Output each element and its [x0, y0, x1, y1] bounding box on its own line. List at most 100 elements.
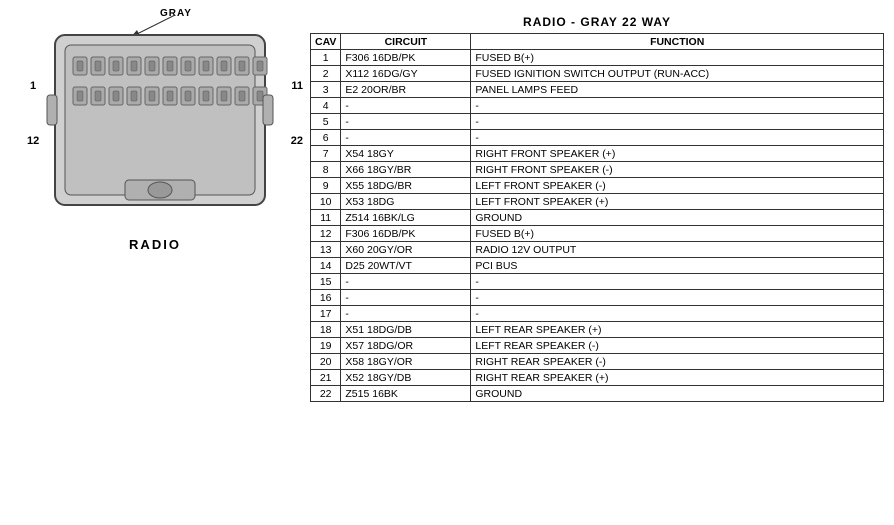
cell-function: -: [471, 274, 884, 290]
table-row: 10X53 18DGLEFT FRONT SPEAKER (+): [311, 194, 884, 210]
cell-cav: 3: [311, 82, 341, 98]
cell-function: LEFT FRONT SPEAKER (-): [471, 178, 884, 194]
cell-function: LEFT REAR SPEAKER (+): [471, 322, 884, 338]
cell-circuit: D25 20WT/VT: [341, 258, 471, 274]
pin-label-11: 11: [291, 80, 303, 92]
cell-function: FUSED B(+): [471, 50, 884, 66]
cell-cav: 1: [311, 50, 341, 66]
cell-function: RIGHT FRONT SPEAKER (+): [471, 146, 884, 162]
header-circuit: CIRCUIT: [341, 34, 471, 50]
cell-function: RIGHT REAR SPEAKER (+): [471, 370, 884, 386]
cell-circuit: X66 18GY/BR: [341, 162, 471, 178]
table-title: RADIO - GRAY 22 WAY: [310, 15, 884, 29]
cell-function: PCI BUS: [471, 258, 884, 274]
cell-function: LEFT REAR SPEAKER (-): [471, 338, 884, 354]
cell-function: GROUND: [471, 210, 884, 226]
cell-function: FUSED IGNITION SWITCH OUTPUT (RUN-ACC): [471, 66, 884, 82]
cell-circuit: X51 18DG/DB: [341, 322, 471, 338]
table-row: 13X60 20GY/ORRADIO 12V OUTPUT: [311, 242, 884, 258]
cell-circuit: Z515 16BK: [341, 386, 471, 402]
cell-cav: 20: [311, 354, 341, 370]
right-panel: RADIO - GRAY 22 WAY CAV CIRCUIT FUNCTION…: [300, 10, 884, 402]
cell-function: GROUND: [471, 386, 884, 402]
table-row: 3E2 20OR/BRPANEL LAMPS FEED: [311, 82, 884, 98]
cell-cav: 8: [311, 162, 341, 178]
cell-cav: 12: [311, 226, 341, 242]
cell-circuit: X53 18DG: [341, 194, 471, 210]
table-row: 4--: [311, 98, 884, 114]
cell-cav: 21: [311, 370, 341, 386]
cell-function: RIGHT REAR SPEAKER (-): [471, 354, 884, 370]
cell-cav: 7: [311, 146, 341, 162]
cell-circuit: X55 18DG/BR: [341, 178, 471, 194]
table-row: 16--: [311, 290, 884, 306]
cell-cav: 18: [311, 322, 341, 338]
cell-circuit: X54 18GY: [341, 146, 471, 162]
table-row: 17--: [311, 306, 884, 322]
cell-circuit: -: [341, 290, 471, 306]
header-cav: CAV: [311, 34, 341, 50]
cell-cav: 11: [311, 210, 341, 226]
cell-circuit: -: [341, 274, 471, 290]
table-row: 19X57 18DG/ORLEFT REAR SPEAKER (-): [311, 338, 884, 354]
table-row: 20X58 18GY/ORRIGHT REAR SPEAKER (-): [311, 354, 884, 370]
cell-circuit: Z514 16BK/LG: [341, 210, 471, 226]
cell-function: PANEL LAMPS FEED: [471, 82, 884, 98]
cell-cav: 9: [311, 178, 341, 194]
cell-circuit: -: [341, 98, 471, 114]
pin-label-1: 1: [30, 80, 36, 92]
cell-circuit: -: [341, 114, 471, 130]
cell-cav: 13: [311, 242, 341, 258]
table-row: 2X112 16DG/GYFUSED IGNITION SWITCH OUTPU…: [311, 66, 884, 82]
cell-function: -: [471, 130, 884, 146]
table-row: 12F306 16DB/PKFUSED B(+): [311, 226, 884, 242]
pin-label-12: 12: [27, 135, 39, 147]
cell-cav: 10: [311, 194, 341, 210]
cell-cav: 16: [311, 290, 341, 306]
cell-function: -: [471, 98, 884, 114]
cell-circuit: E2 20OR/BR: [341, 82, 471, 98]
cell-cav: 5: [311, 114, 341, 130]
cell-cav: 15: [311, 274, 341, 290]
cell-circuit: X57 18DG/OR: [341, 338, 471, 354]
table-row: 9X55 18DG/BRLEFT FRONT SPEAKER (-): [311, 178, 884, 194]
cell-cav: 14: [311, 258, 341, 274]
cell-function: RIGHT FRONT SPEAKER (-): [471, 162, 884, 178]
cell-cav: 17: [311, 306, 341, 322]
cell-circuit: X58 18GY/OR: [341, 354, 471, 370]
cell-cav: 6: [311, 130, 341, 146]
table-row: 18X51 18DG/DBLEFT REAR SPEAKER (+): [311, 322, 884, 338]
cell-circuit: -: [341, 130, 471, 146]
cell-function: -: [471, 290, 884, 306]
table-row: 6--: [311, 130, 884, 146]
table-row: 21X52 18GY/DBRIGHT REAR SPEAKER (+): [311, 370, 884, 386]
cell-circuit: F306 16DB/PK: [341, 50, 471, 66]
table-row: 14D25 20WT/VTPCI BUS: [311, 258, 884, 274]
cell-function: LEFT FRONT SPEAKER (+): [471, 194, 884, 210]
table-row: 7X54 18GYRIGHT FRONT SPEAKER (+): [311, 146, 884, 162]
table-row: 1F306 16DB/PKFUSED B(+): [311, 50, 884, 66]
table-row: 15--: [311, 274, 884, 290]
cell-circuit: X60 20GY/OR: [341, 242, 471, 258]
cell-cav: 4: [311, 98, 341, 114]
cell-function: -: [471, 114, 884, 130]
cell-cav: 2: [311, 66, 341, 82]
cell-function: RADIO 12V OUTPUT: [471, 242, 884, 258]
cell-circuit: X52 18GY/DB: [341, 370, 471, 386]
cell-cav: 22: [311, 386, 341, 402]
cell-circuit: F306 16DB/PK: [341, 226, 471, 242]
cell-cav: 19: [311, 338, 341, 354]
cell-circuit: -: [341, 306, 471, 322]
wiring-table: CAV CIRCUIT FUNCTION 1F306 16DB/PKFUSED …: [310, 33, 884, 402]
radio-label: RADIO: [129, 237, 181, 252]
table-row: 11Z514 16BK/LGGROUND: [311, 210, 884, 226]
cell-function: FUSED B(+): [471, 226, 884, 242]
table-row: 22Z515 16BKGROUND: [311, 386, 884, 402]
header-function: FUNCTION: [471, 34, 884, 50]
connector-diagram: [45, 25, 275, 215]
pin-label-22: 22: [291, 135, 303, 147]
table-row: 5--: [311, 114, 884, 130]
left-panel: GRAY 1 12 11 22: [10, 10, 300, 252]
cell-function: -: [471, 306, 884, 322]
table-row: 8X66 18GY/BRRIGHT FRONT SPEAKER (-): [311, 162, 884, 178]
